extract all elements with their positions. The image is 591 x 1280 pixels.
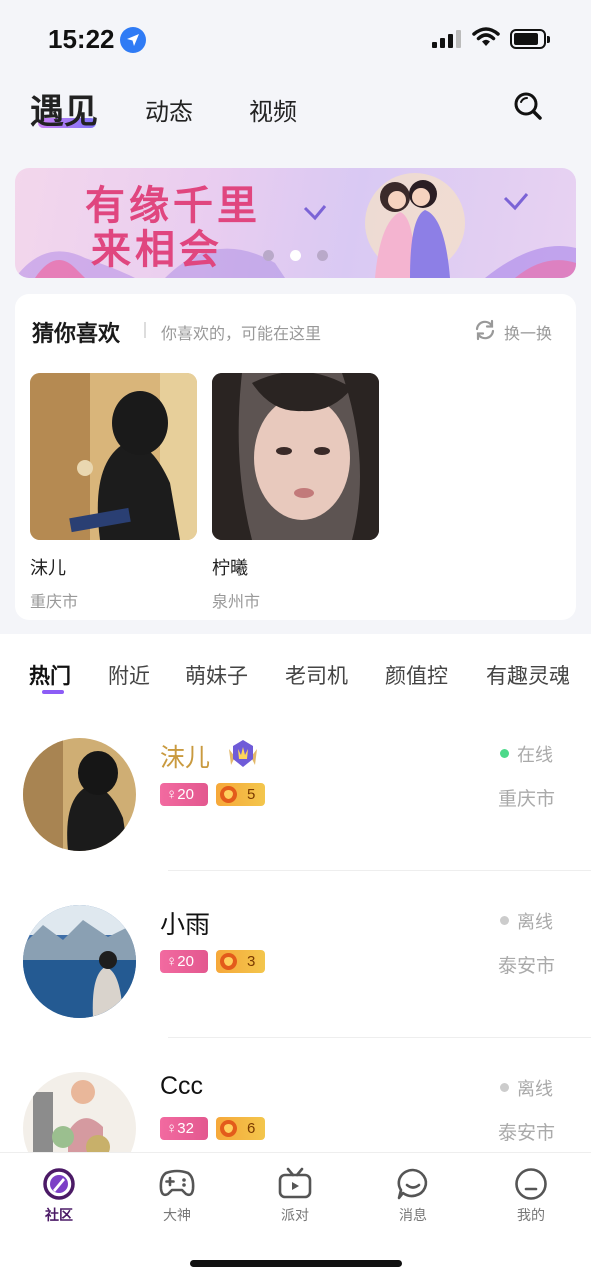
category-active-indicator (42, 690, 64, 694)
nav-masters[interactable]: 大神 (132, 1167, 222, 1237)
location-arrow-icon (120, 27, 146, 53)
banner-pagination (263, 250, 333, 262)
online-status-dot (500, 1083, 509, 1092)
online-status-dot (500, 916, 509, 925)
gender-age-tag: ♀20 (160, 950, 208, 973)
level-shield-icon (220, 953, 237, 970)
user-city: 重庆市 (498, 788, 556, 810)
banner-headline: 有缘千里 来相会 (85, 182, 261, 273)
profile-icon (515, 1168, 547, 1200)
tab-moments[interactable]: 动态 (145, 92, 193, 127)
nav-profile[interactable]: 我的 (486, 1167, 576, 1237)
gender-age-tag: ♀32 (160, 1117, 208, 1140)
recommend-photo[interactable] (212, 373, 379, 540)
gender-age-tag: ♀20 (160, 783, 208, 806)
level-tag: 6 (216, 1117, 265, 1140)
online-status: 在线 (517, 745, 553, 766)
category-tab-cute[interactable]: 萌妹子 (185, 660, 248, 690)
status-bar: 15:22 (0, 0, 591, 78)
nav-party[interactable]: 派对 (250, 1167, 340, 1237)
gamepad-icon (159, 1169, 195, 1197)
category-tabs: 热门 附近 萌妹子 老司机 颜值控 有趣灵魂 (0, 634, 591, 704)
online-status: 离线 (517, 912, 553, 933)
community-icon (43, 1168, 75, 1200)
nav-label: 社区 (45, 1208, 73, 1224)
recommend-name: 柠曦 (212, 558, 248, 579)
couple-illustration (375, 180, 450, 278)
battery-icon (510, 29, 550, 49)
refresh-label: 换一换 (504, 324, 553, 343)
search-icon[interactable] (512, 90, 544, 122)
recommend-card[interactable]: 柠曦 泉州市 (212, 373, 379, 612)
user-name: Ccc (160, 1072, 204, 1100)
nav-label: 大神 (163, 1208, 191, 1224)
nav-label: 我的 (517, 1208, 545, 1224)
level-shield-icon (220, 786, 237, 803)
user-avatar[interactable] (23, 905, 136, 1018)
user-city: 泰安市 (498, 955, 556, 977)
user-row[interactable]: 小雨 ♀20 3 离线 泰安市 (0, 871, 591, 1038)
tab-meet[interactable]: 遇见 (30, 84, 98, 133)
user-city: 泰安市 (498, 1122, 556, 1144)
user-list: 沫儿 ♀20 5 在线 重庆市 小雨 ♀20 3 离线 泰安市 Ccc ♀32 … (0, 704, 591, 1152)
nav-community[interactable]: 社区 (14, 1167, 104, 1237)
user-avatar[interactable] (23, 738, 136, 851)
refresh-icon (475, 319, 495, 341)
category-tab-fun-soul[interactable]: 有趣灵魂 (486, 660, 570, 690)
level-tag: 5 (216, 783, 265, 806)
home-indicator[interactable] (190, 1260, 402, 1267)
recommend-name: 沫儿 (30, 558, 66, 579)
tab-videos[interactable]: 视频 (249, 92, 297, 127)
online-status: 离线 (517, 1079, 553, 1100)
title-separator (144, 322, 146, 338)
message-icon (397, 1168, 428, 1200)
user-row[interactable]: Ccc ♀32 6 离线 泰安市 (0, 1038, 591, 1152)
level-tag: 3 (216, 950, 265, 973)
guess-subtitle: 你喜欢的，可能在这里 (161, 324, 322, 343)
recommend-city: 重庆市 (30, 592, 79, 611)
wifi-icon (472, 27, 500, 46)
recommend-card[interactable]: 沫儿 重庆市 (30, 373, 197, 612)
status-time: 15:22 (48, 24, 115, 54)
level-shield-icon (220, 1120, 237, 1137)
nav-label: 派对 (281, 1208, 309, 1224)
nav-messages[interactable]: 消息 (368, 1167, 458, 1237)
category-tab-hot[interactable]: 热门 (29, 660, 71, 690)
guess-title: 猜你喜欢 (32, 322, 121, 347)
guess-you-like-card: 猜你喜欢 你喜欢的，可能在这里 换一换 沫儿 重庆市 柠曦 泉州市 (15, 294, 576, 620)
recommend-city: 泉州市 (212, 592, 261, 611)
cellular-signal-icon (432, 30, 462, 48)
vip-crown-badge-icon (229, 740, 257, 767)
online-status-dot (500, 749, 509, 758)
nav-label: 消息 (399, 1208, 427, 1224)
user-name: 小雨 (160, 911, 211, 939)
category-tab-looks[interactable]: 颜值控 (385, 660, 448, 690)
recommend-photo[interactable] (30, 373, 197, 540)
tv-icon (278, 1167, 312, 1199)
user-avatar[interactable] (23, 1072, 136, 1152)
category-tab-nearby[interactable]: 附近 (108, 660, 150, 690)
user-row[interactable]: 沫儿 ♀20 5 在线 重庆市 (0, 704, 591, 871)
user-name: 沫儿 (160, 744, 211, 772)
category-tab-veteran[interactable]: 老司机 (285, 660, 348, 690)
top-header: 遇见 动态 视频 (0, 78, 591, 158)
